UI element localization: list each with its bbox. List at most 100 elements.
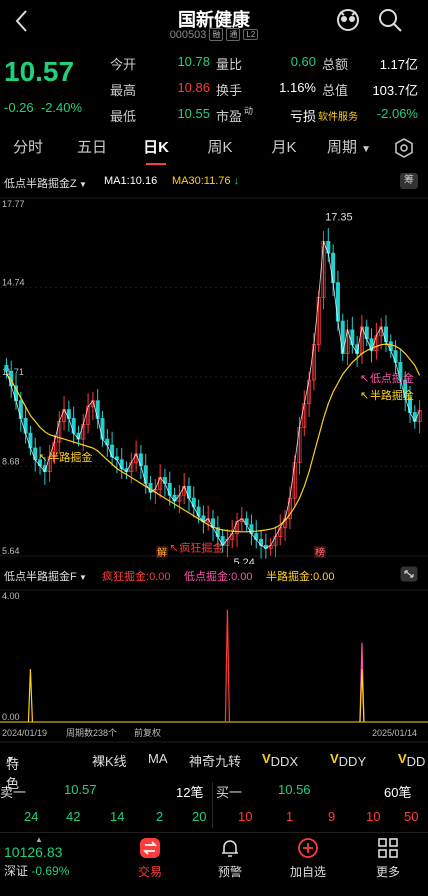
nav-add-watchlist-label: 加自选 bbox=[289, 865, 326, 879]
main-indicator-name: 低点半路掘金Z bbox=[4, 178, 77, 190]
vip-icon: V bbox=[330, 751, 339, 766]
price-adjust-label: 前复权 bbox=[134, 727, 161, 738]
chip-button[interactable]: 筹 bbox=[400, 173, 418, 189]
expand-icon[interactable] bbox=[400, 566, 418, 582]
sell-one-price: 10.57 bbox=[64, 782, 97, 797]
price-change: -0.26 -2.40% bbox=[4, 100, 82, 115]
tab-weekly-k[interactable]: 周K bbox=[202, 136, 238, 157]
main-chart-legend: 低点半路掘金Z ▼ MA1:10.16 MA30:11.76 ↓ 筹 bbox=[0, 173, 428, 191]
indicator-naked-k[interactable]: 裸K线 bbox=[92, 751, 127, 770]
indicator-ddy[interactable]: V DDY bbox=[330, 751, 366, 769]
tab-daily-k[interactable]: 日K bbox=[138, 136, 174, 157]
signal-arrow-icon: ↖ bbox=[360, 390, 369, 402]
change-value: -0.26 bbox=[4, 100, 34, 115]
indicator-ddx[interactable]: V DDX bbox=[262, 751, 298, 769]
tab-intraday[interactable]: 分时 bbox=[10, 136, 46, 157]
change-percent: -2.40% bbox=[40, 100, 83, 115]
buy-one-price: 10.56 bbox=[278, 782, 311, 797]
quote-label: 最低 bbox=[110, 109, 137, 124]
sub-y-top-label: 4.00 bbox=[2, 591, 20, 601]
sell-one-count: 12笔 bbox=[176, 785, 204, 800]
low-gold-label: 低点掘金: bbox=[184, 571, 232, 583]
sell-queue-item: 2 bbox=[156, 809, 164, 824]
signal-subchart[interactable]: 4.00 0.00 2024/01/19 周期数238个 前复权 2025/01/14 bbox=[0, 584, 428, 746]
candlestick-chart[interactable]: 17.7714.7411.718.685.6417.355.24半路掘金↖疯狂掘… bbox=[0, 192, 428, 564]
order-book-divider bbox=[212, 782, 213, 828]
ma1-line bbox=[6, 241, 420, 549]
signal-label: 疯狂掘金 bbox=[179, 540, 223, 554]
sub-chart-legend: 低点半路掘金F ▼ 疯狂掘金:0.00 低点掘金:0.00 半路掘金:0.00 bbox=[0, 566, 428, 584]
buy-queue-item: 10 bbox=[366, 809, 381, 824]
grid-icon bbox=[378, 838, 398, 858]
ma1-legend: MA1:10.16 bbox=[104, 175, 157, 187]
signal-arrow-icon: ↖ bbox=[38, 452, 47, 464]
quote-value: 103.7亿 bbox=[372, 83, 418, 98]
owl-icon[interactable] bbox=[334, 6, 362, 34]
tab-five-day[interactable]: 五日 bbox=[74, 136, 110, 157]
nav-trade-label: 交易 bbox=[137, 865, 162, 879]
tab-period-label: 周期 bbox=[326, 139, 357, 156]
high-price-label: 17.35 bbox=[325, 211, 353, 223]
halfway-gold-value: 0.00 bbox=[313, 571, 335, 583]
buy-queue-item: 50 bbox=[404, 809, 419, 824]
date-start-label: 2024/01/19 bbox=[2, 728, 47, 738]
quote-value: 10.78 bbox=[177, 54, 210, 69]
period-tabs: 分时 五日 日K 周K 月K 周期 ▼ bbox=[0, 136, 428, 166]
ma30-label: MA30: bbox=[172, 175, 204, 187]
indicator-dd[interactable]: V DD bbox=[398, 751, 425, 769]
ma30-value: 11.76 bbox=[203, 175, 231, 187]
quote-label: 量比 bbox=[216, 57, 243, 72]
halfway-gold-legend: 半路掘金:0.00 bbox=[266, 568, 334, 584]
sub-y-bottom-label: 0.00 bbox=[2, 712, 20, 722]
signal-spike bbox=[27, 669, 34, 723]
quote-label: 市盈 bbox=[216, 109, 243, 124]
buy-queue-item: 1 bbox=[286, 809, 294, 824]
candle-body bbox=[383, 326, 388, 343]
index-name: 深证 bbox=[4, 864, 29, 878]
sub-indicator-selector[interactable]: 低点半路掘金F ▼ bbox=[4, 568, 87, 584]
low-gold-legend: 低点掘金:0.00 bbox=[184, 568, 252, 584]
nav-more[interactable]: 更多 bbox=[358, 837, 418, 880]
indicator-bar: 特色 ▼ 裸K线 MA 神奇九转 V DDX V DDY V DD bbox=[0, 748, 428, 791]
y-tick-label: 14.74 bbox=[2, 277, 25, 287]
dropdown-icon: ▼ bbox=[76, 180, 87, 189]
tab-monthly-k[interactable]: 月K bbox=[266, 136, 302, 157]
index-line: 深证 -0.69% bbox=[4, 862, 104, 879]
settings-icon[interactable] bbox=[394, 138, 414, 158]
bottom-nav: ▲ 10126.83 深证 -0.69% 交易 预警 加自选 更多 bbox=[0, 832, 428, 896]
low-price-label: 5.24 bbox=[233, 557, 254, 564]
bell-icon bbox=[222, 840, 238, 857]
tab-period[interactable]: 周期 ▼ bbox=[326, 136, 372, 157]
caret-up-icon: ▲ bbox=[35, 835, 43, 844]
search-icon[interactable] bbox=[376, 6, 404, 34]
signal-arrow-icon: ↖ bbox=[360, 373, 369, 385]
nav-add-watchlist[interactable]: 加自选 bbox=[278, 837, 338, 880]
date-end-label: 2025/01/14 bbox=[372, 728, 417, 738]
sell-queue-item: 14 bbox=[110, 809, 125, 824]
candle-body bbox=[167, 482, 172, 496]
index-ticker[interactable]: ▲ 10126.83 深证 -0.69% bbox=[4, 835, 104, 879]
quote-value: 10.55 bbox=[177, 106, 210, 121]
quote-label-sup: 动 bbox=[244, 106, 254, 116]
indicator-ma[interactable]: MA bbox=[148, 751, 168, 766]
halfway-gold-label: 半路掘金: bbox=[266, 571, 314, 583]
dropdown-icon: ▼ bbox=[76, 573, 87, 582]
stock-tag: 通 bbox=[226, 28, 241, 41]
crazy-gold-label: 疯狂掘金: bbox=[102, 571, 150, 583]
buy-one-count: 60笔 bbox=[384, 785, 412, 800]
sub-indicator-name: 低点半路掘金F bbox=[4, 571, 77, 583]
indicator-magic-nine[interactable]: 神奇九转 bbox=[189, 751, 241, 770]
event-tag-label: 榜 bbox=[315, 546, 325, 559]
indicator-ddy-label: DDY bbox=[338, 754, 367, 769]
crazy-gold-value: 0.00 bbox=[149, 571, 171, 583]
nav-alert-label: 预警 bbox=[217, 865, 242, 879]
nav-alert[interactable]: 预警 bbox=[200, 837, 260, 880]
main-indicator-selector[interactable]: 低点半路掘金Z ▼ bbox=[4, 175, 87, 191]
signal-label: 低点掘金 bbox=[370, 371, 414, 385]
vip-icon: V bbox=[262, 751, 271, 766]
buy-queue-item: 9 bbox=[328, 809, 336, 824]
quote-label: 总额 bbox=[322, 57, 349, 72]
vip-icon: V bbox=[398, 751, 407, 766]
nav-trade[interactable]: 交易 bbox=[120, 837, 180, 880]
candle-body bbox=[100, 418, 105, 440]
